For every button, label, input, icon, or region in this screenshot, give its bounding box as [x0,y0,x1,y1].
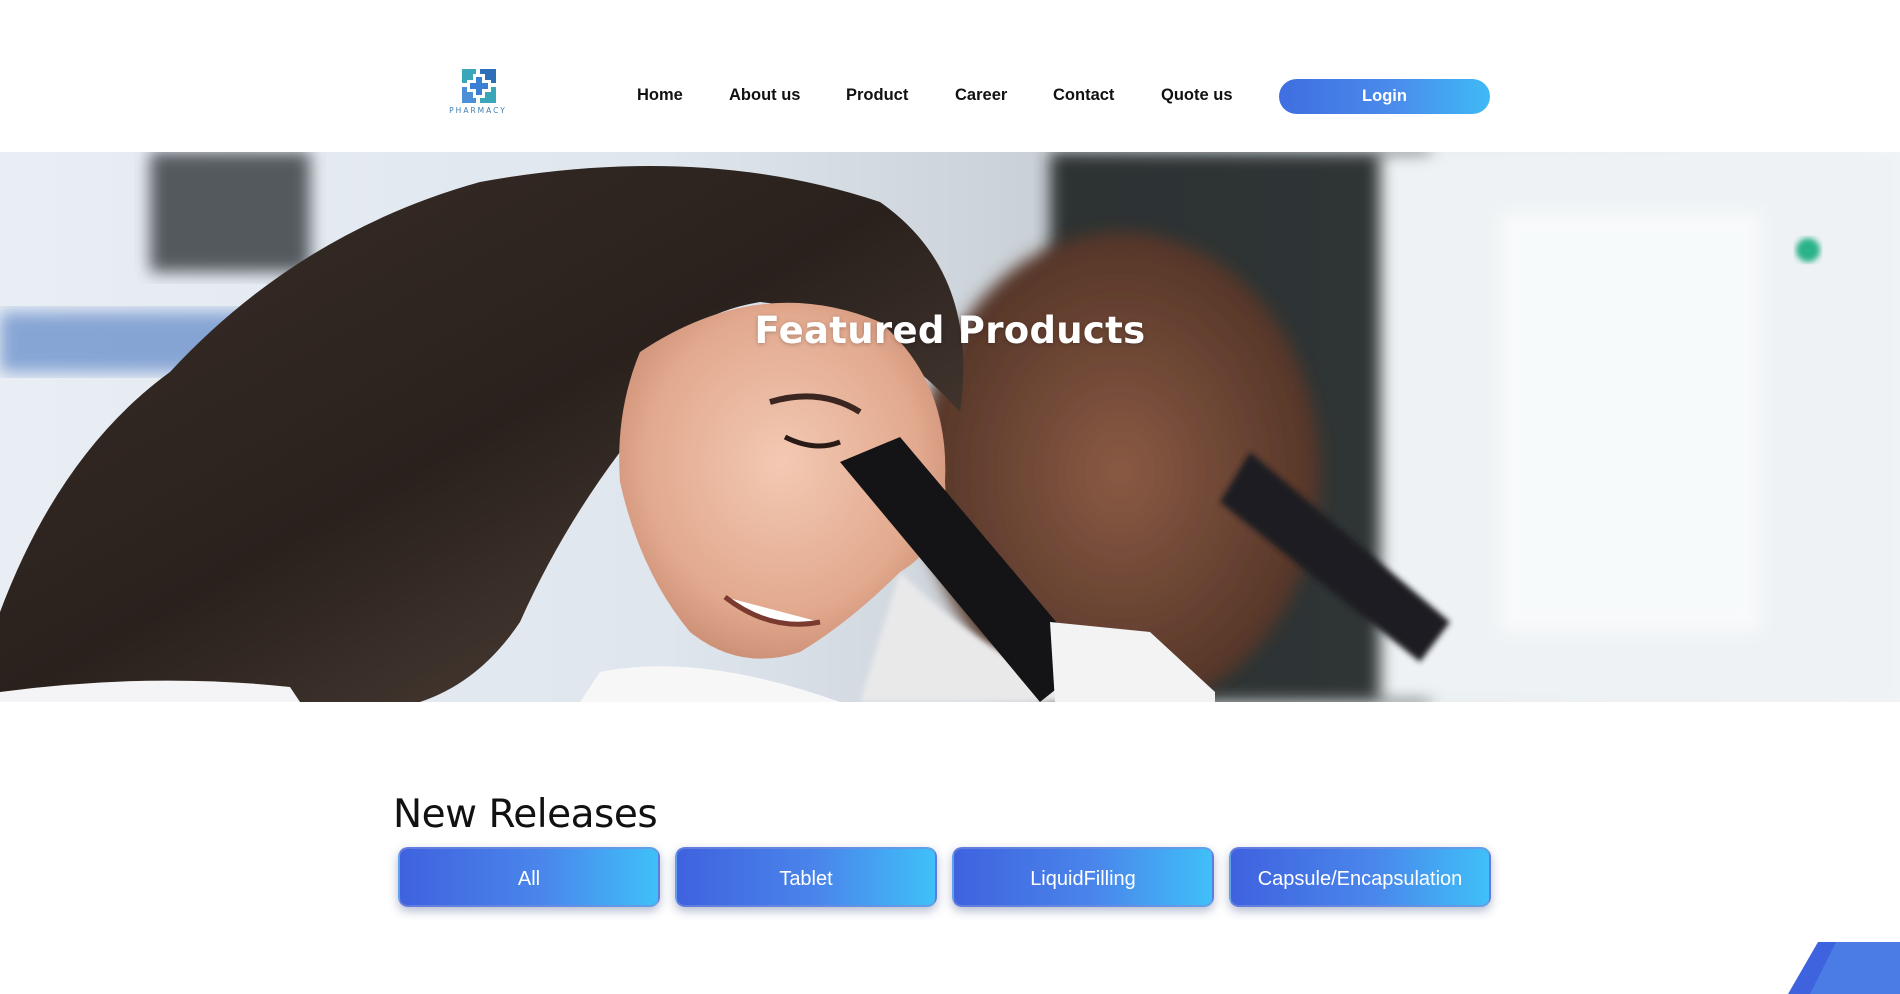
hero-lab-image [0,152,1900,702]
filter-capsule-encapsulation-button[interactable]: Capsule/Encapsulation [1229,847,1491,907]
hero-banner: Featured Products [0,152,1900,702]
filter-tablet-button[interactable]: Tablet [675,847,937,907]
decorative-corner-shape [1788,942,1900,994]
category-filter-group: All Tablet LiquidFilling Capsule/Encapsu… [0,847,1900,907]
nav-home[interactable]: Home [637,86,683,105]
new-releases-title: New Releases [393,792,658,837]
filter-liquidfilling-button[interactable]: LiquidFilling [952,847,1214,907]
nav-product[interactable]: Product [846,86,908,105]
filter-all-button[interactable]: All [398,847,660,907]
nav-quote-us[interactable]: Quote us [1161,86,1233,105]
nav-career[interactable]: Career [955,86,1007,105]
nav-about-us[interactable]: About us [729,86,801,105]
main-nav: Home About us Product Career Contact Quo… [0,86,1900,108]
hero-title: Featured Products [754,309,1146,352]
nav-contact[interactable]: Contact [1053,86,1114,105]
site-header: PHARMACY Home About us Product Career Co… [0,0,1900,152]
login-button[interactable]: Login [1279,79,1490,114]
